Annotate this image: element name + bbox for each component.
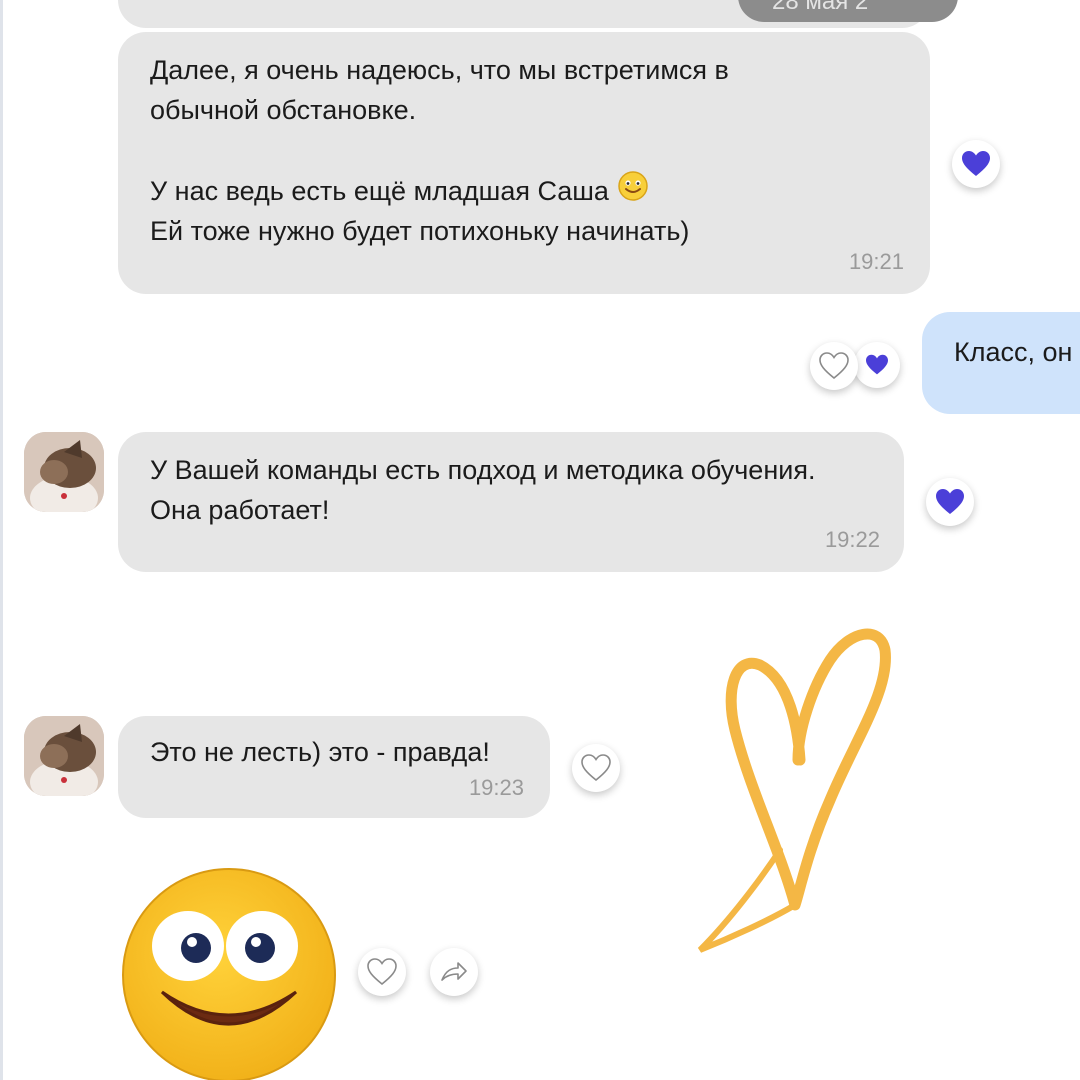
- window-edge: [0, 0, 3, 1080]
- message-bubble-outgoing[interactable]: Класс, он: [922, 312, 1080, 414]
- reaction-group: [810, 342, 906, 390]
- message-text: Это не лесть) это - правда!: [150, 737, 490, 767]
- message-text: Далее, я очень надеюсь, что мы встретимс…: [150, 55, 729, 246]
- avatar[interactable]: [24, 432, 104, 512]
- liked-heart-icon[interactable]: [926, 478, 974, 526]
- message-text: У Вашей команды есть подход и методика о…: [150, 455, 816, 525]
- message-bubble-incoming[interactable]: Далее, я очень надеюсь, что мы встретимс…: [118, 32, 930, 294]
- message-time: 19:22: [824, 527, 880, 552]
- date-badge: 28 мая 2: [738, 0, 958, 22]
- heart-outline-icon[interactable]: [572, 744, 620, 792]
- message-text: Класс, он: [954, 337, 1073, 367]
- chat-window: 28 мая 2 Далее, я очень надеюсь, что мы …: [0, 0, 1080, 1080]
- message-bubble-incoming[interactable]: У Вашей команды есть подход и методика о…: [118, 432, 904, 572]
- liked-heart-icon[interactable]: [854, 342, 900, 388]
- heart-outline-icon[interactable]: [810, 342, 858, 390]
- avatar[interactable]: [24, 716, 104, 796]
- smiley-sticker[interactable]: [120, 866, 338, 1080]
- forward-icon[interactable]: [430, 948, 478, 996]
- decorative-heart: [690, 620, 900, 960]
- liked-heart-icon[interactable]: [952, 140, 1000, 188]
- message-time: 19:21: [848, 249, 904, 274]
- smile-emoji-icon: [617, 170, 649, 202]
- message-bubble-incoming[interactable]: Это не лесть) это - правда! 19:23: [118, 716, 550, 818]
- heart-outline-icon[interactable]: [358, 948, 406, 996]
- message-time: 19:23: [468, 775, 524, 800]
